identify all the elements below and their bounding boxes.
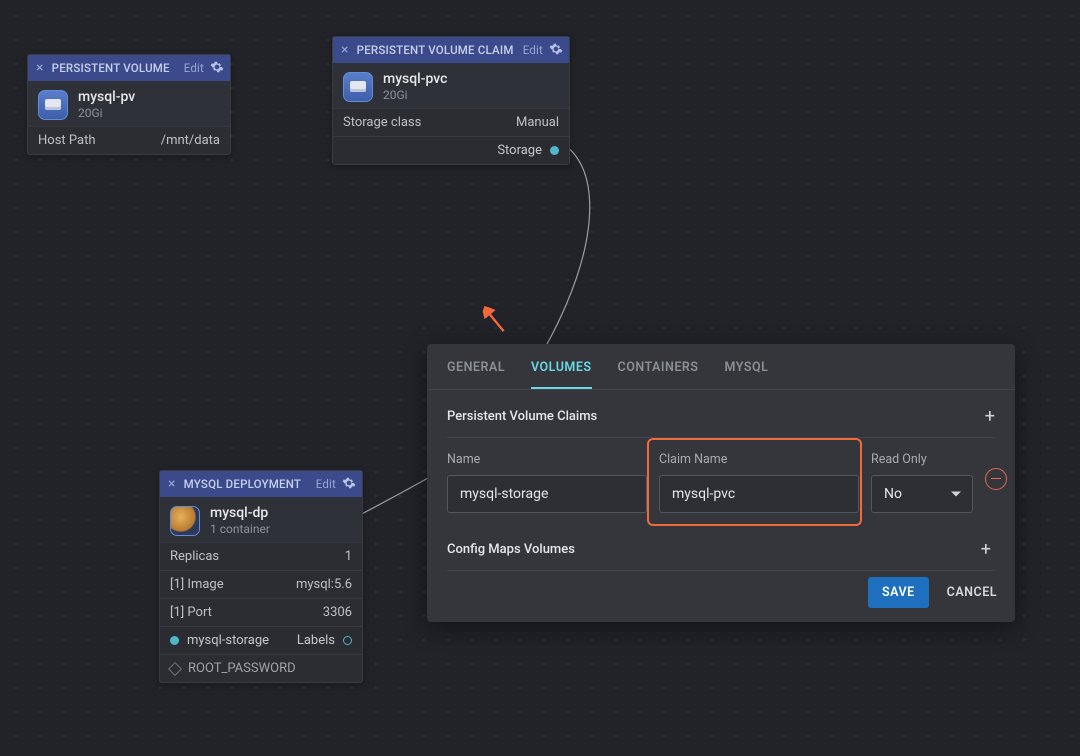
- gear-icon[interactable]: [210, 60, 224, 77]
- node-header: × PERSISTENT VOLUME CLAIM Edit: [333, 37, 569, 63]
- claim-name-input[interactable]: [659, 475, 859, 513]
- node-footer-storage: mysql-storage Labels: [160, 626, 362, 654]
- node-footer-storage: Storage: [333, 136, 569, 164]
- node-body: mysql-pv 20Gi: [28, 81, 230, 126]
- secret-icon: [168, 661, 182, 675]
- section-cfg-head: Config Maps Volumes +: [447, 539, 995, 571]
- name-input[interactable]: [447, 475, 647, 513]
- node-title: PERSISTENT VOLUME: [52, 61, 178, 75]
- node-body: mysql-pvc 20Gi: [333, 63, 569, 108]
- close-icon[interactable]: ×: [34, 60, 46, 76]
- node-row-image: [1] Imagemysql:5.6: [160, 570, 362, 598]
- gear-icon[interactable]: [342, 476, 356, 493]
- node-header: × PERSISTENT VOLUME Edit: [28, 55, 230, 81]
- node-title: PERSISTENT VOLUME CLAIM: [357, 43, 517, 57]
- tab-general[interactable]: GENERAL: [447, 360, 505, 389]
- resource-sub: 1 container: [210, 522, 270, 536]
- add-configmap-icon[interactable]: +: [981, 539, 995, 560]
- rootpwd-label: ROOT_PASSWORD: [188, 661, 296, 676]
- annotation-arrow-icon: [477, 306, 513, 338]
- foot-left-label: mysql-storage: [187, 633, 269, 648]
- disk-icon: [38, 90, 68, 120]
- node-persistent-volume[interactable]: × PERSISTENT VOLUME Edit mysql-pv 20Gi H…: [27, 54, 231, 155]
- foot-label: Storage: [497, 143, 542, 158]
- section-title: Persistent Volume Claims: [447, 409, 597, 424]
- section-title: Config Maps Volumes: [447, 542, 575, 557]
- resource-name: mysql-dp: [210, 505, 270, 521]
- edit-link[interactable]: Edit: [316, 477, 336, 491]
- node-header: × MYSQL DEPLOYMENT Edit: [160, 471, 362, 497]
- edit-link[interactable]: Edit: [184, 61, 204, 75]
- save-button[interactable]: SAVE: [868, 577, 929, 608]
- node-row-hostpath: Host Path /mnt/data: [28, 126, 230, 154]
- edit-link[interactable]: Edit: [523, 43, 543, 57]
- node-row-replicas: Replicas1: [160, 542, 362, 570]
- close-icon[interactable]: ×: [339, 42, 351, 58]
- port-out-icon[interactable]: [550, 146, 559, 155]
- gear-icon[interactable]: [549, 42, 563, 59]
- tab-containers[interactable]: CONTAINERS: [618, 360, 699, 389]
- node-body: mysql-dp 1 container: [160, 497, 362, 542]
- resource-name: mysql-pvc: [383, 71, 447, 87]
- label-readonly: Read Only: [871, 452, 973, 467]
- cancel-button[interactable]: CANCEL: [947, 585, 997, 600]
- tab-mysql[interactable]: MYSQL: [724, 360, 768, 389]
- tab-volumes[interactable]: VOLUMES: [531, 360, 592, 389]
- node-row-rootpwd: ROOT_PASSWORD: [160, 654, 362, 682]
- tabs: GENERAL VOLUMES CONTAINERS MYSQL: [427, 344, 1015, 390]
- label-claim: Claim Name: [659, 452, 859, 467]
- resource-size: 20Gi: [383, 88, 447, 102]
- port-in-icon[interactable]: [170, 636, 179, 645]
- node-row-storageclass: Storage class Manual: [333, 108, 569, 136]
- add-pvc-icon[interactable]: +: [985, 406, 995, 427]
- section-pvc-head: Persistent Volume Claims +: [447, 406, 995, 438]
- editor-panel: GENERAL VOLUMES CONTAINERS MYSQL Persist…: [427, 344, 1015, 622]
- node-row-port: [1] Port3306: [160, 598, 362, 626]
- node-title: MYSQL DEPLOYMENT: [184, 477, 310, 491]
- remove-row-icon[interactable]: [985, 468, 1007, 490]
- disk-icon: [343, 72, 373, 102]
- resource-name: mysql-pv: [78, 89, 135, 105]
- foot-right-label: Labels: [297, 633, 335, 648]
- globe-icon: [170, 506, 200, 536]
- node-mysql-deployment[interactable]: × MYSQL DEPLOYMENT Edit mysql-dp 1 conta…: [159, 470, 363, 683]
- readonly-select[interactable]: [871, 475, 973, 513]
- resource-size: 20Gi: [78, 106, 135, 120]
- close-icon[interactable]: ×: [166, 476, 178, 492]
- label-name: Name: [447, 452, 647, 467]
- node-persistent-volume-claim[interactable]: × PERSISTENT VOLUME CLAIM Edit mysql-pvc…: [332, 36, 570, 165]
- port-labels-icon[interactable]: [343, 636, 352, 645]
